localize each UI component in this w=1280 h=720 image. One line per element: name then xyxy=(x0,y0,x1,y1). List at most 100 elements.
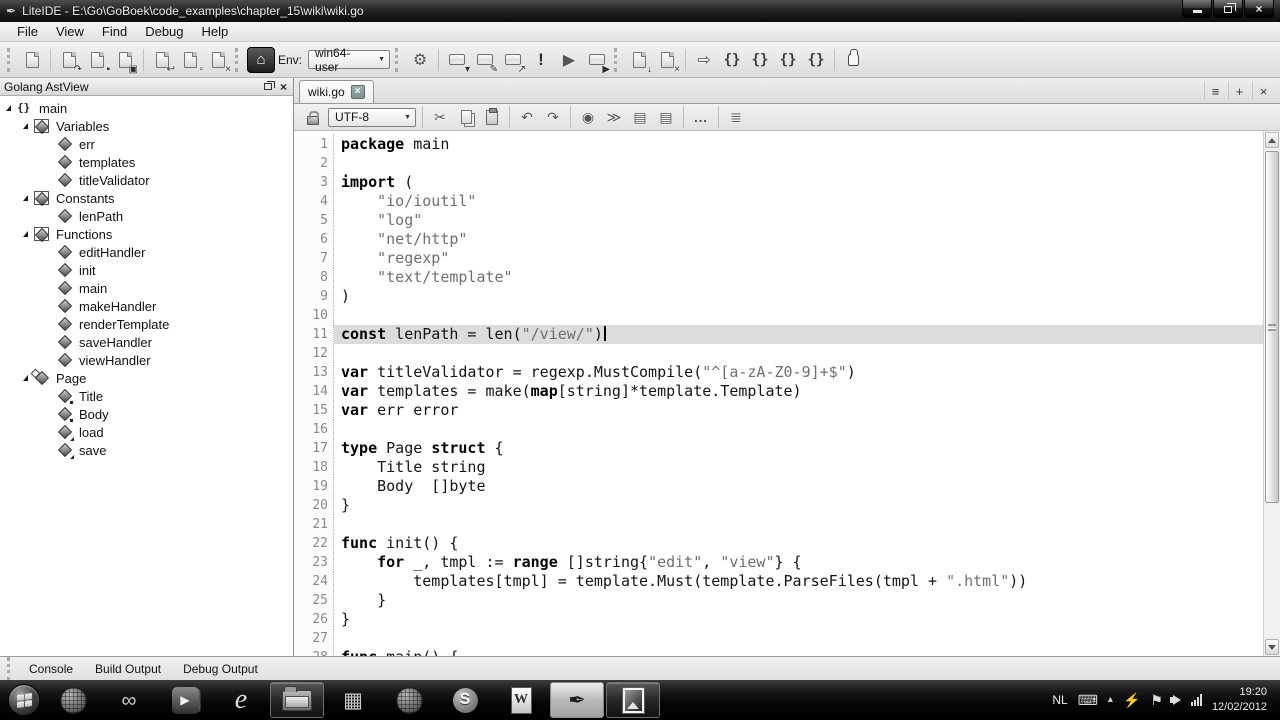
output-tab-build-output[interactable]: Build Output xyxy=(84,660,172,678)
taskbar-calculator-icon[interactable]: ▦ xyxy=(326,682,380,718)
tree-item-edithandler[interactable]: editHandler xyxy=(0,243,293,261)
split-editor-icon[interactable]: + xyxy=(1228,82,1250,100)
taskbar-internet-explorer-icon[interactable]: e xyxy=(214,682,268,718)
taskbar-liteide-icon[interactable]: ✒ xyxy=(550,682,604,718)
close-button[interactable]: × xyxy=(1244,0,1274,18)
tree-item-init[interactable]: init xyxy=(0,261,293,279)
tree-item-lenpath[interactable]: lenPath xyxy=(0,207,293,225)
tree-item-variables[interactable]: Variables xyxy=(0,117,293,135)
tab-list-menu-icon[interactable]: ≡ xyxy=(1204,82,1226,100)
copy-icon[interactable] xyxy=(454,106,478,128)
new-file-icon[interactable] xyxy=(19,47,45,73)
code-line[interactable]: 9) xyxy=(294,287,1263,306)
code-line[interactable]: 10 xyxy=(294,306,1263,325)
code-line[interactable]: 19 Body []byte xyxy=(294,477,1263,496)
block-start-icon[interactable]: {} xyxy=(719,47,745,73)
goto-line-icon[interactable]: ≣ xyxy=(724,106,748,128)
code-line[interactable]: 28func main() { xyxy=(294,648,1263,656)
taskbar-file-explorer-icon[interactable] xyxy=(270,682,324,718)
readonly-lock-icon[interactable] xyxy=(301,106,325,128)
expand-arrow-icon[interactable] xyxy=(23,375,28,381)
stop-build-icon[interactable]: ! xyxy=(528,47,554,73)
remove-doc-icon[interactable]: × xyxy=(654,47,680,73)
float-panel-icon[interactable] xyxy=(264,83,272,90)
language-indicator[interactable]: NL xyxy=(1052,693,1067,707)
build-config-icon[interactable]: ▾ xyxy=(444,47,470,73)
output-tab-console[interactable]: Console xyxy=(18,660,84,678)
tree-item-viewhandler[interactable]: viewHandler xyxy=(0,351,293,369)
code-line[interactable]: 20} xyxy=(294,496,1263,515)
tree-item-templates[interactable]: templates xyxy=(0,153,293,171)
tree-item-err[interactable]: err xyxy=(0,135,293,153)
code-line[interactable]: 1package main xyxy=(294,135,1263,154)
tree-item-title[interactable]: Title xyxy=(0,387,293,405)
tree-item-rendertemplate[interactable]: renderTemplate xyxy=(0,315,293,333)
code-line[interactable]: 11const lenPath = len("/view/") xyxy=(294,325,1263,344)
keyboard-icon[interactable]: ⌨ xyxy=(1078,693,1098,707)
close-panel-icon[interactable]: × xyxy=(280,81,287,93)
hidden-icons-arrow[interactable]: ▴ xyxy=(1108,695,1113,705)
code-line[interactable]: 7 "regexp" xyxy=(294,249,1263,268)
taskbar-media-player-icon[interactable]: ▶ xyxy=(158,682,212,718)
tree-item-functions[interactable]: Functions xyxy=(0,225,293,243)
expand-arrow-icon[interactable] xyxy=(23,123,28,129)
code-line[interactable]: 12 xyxy=(294,344,1263,363)
undo-icon[interactable]: ↶ xyxy=(515,106,539,128)
export-print-icon[interactable]: ▤ xyxy=(654,106,678,128)
taskbar-skype-icon[interactable]: S xyxy=(438,682,492,718)
menu-help[interactable]: Help xyxy=(193,23,238,40)
vertical-scrollbar[interactable] xyxy=(1263,131,1280,656)
scrollbar-thumb[interactable] xyxy=(1265,151,1279,503)
save-file-icon[interactable]: ▪ xyxy=(84,47,110,73)
code-line[interactable]: 25 } xyxy=(294,591,1263,610)
more-button[interactable]: ... xyxy=(689,106,713,128)
match-brace-icon[interactable]: {} xyxy=(775,47,801,73)
taskbar-infinity-app-icon[interactable]: ∞ xyxy=(102,682,156,718)
start-button[interactable] xyxy=(3,681,45,719)
save-as-icon[interactable]: ▫ xyxy=(177,47,203,73)
close-file-icon[interactable]: × xyxy=(205,47,231,73)
minimize-button[interactable] xyxy=(1182,0,1212,18)
scroll-down-button[interactable] xyxy=(1265,639,1279,655)
taskbar-firefox-icon[interactable] xyxy=(382,682,436,718)
code-line[interactable]: 8 "text/template" xyxy=(294,268,1263,287)
restore-button[interactable] xyxy=(1213,0,1243,18)
revert-file-icon[interactable]: ↩ xyxy=(149,47,175,73)
code-line[interactable]: 17type Page struct { xyxy=(294,439,1263,458)
code-line[interactable]: 5 "log" xyxy=(294,211,1263,230)
code-line[interactable]: 24 templates[tmpl] = template.Must(templ… xyxy=(294,572,1263,591)
tree-item-page[interactable]: Page xyxy=(0,369,293,387)
menu-view[interactable]: View xyxy=(47,23,93,40)
tree-item-save[interactable]: save xyxy=(0,441,293,459)
build-icon[interactable]: ✎ xyxy=(472,47,498,73)
code-line[interactable]: 4 "io/ioutil" xyxy=(294,192,1263,211)
encoding-select[interactable]: UTF-8▼ xyxy=(328,108,416,127)
tree-item-constants[interactable]: Constants xyxy=(0,189,293,207)
open-file-icon[interactable]: ↷ xyxy=(56,47,82,73)
code-line[interactable]: 13var titleValidator = regexp.MustCompil… xyxy=(294,363,1263,382)
close-editor-icon[interactable]: × xyxy=(1252,82,1274,100)
scroll-up-button[interactable] xyxy=(1265,132,1279,148)
expand-arrow-icon[interactable] xyxy=(23,231,28,237)
taskbar-word-icon[interactable]: W xyxy=(494,682,548,718)
record-macro-icon[interactable]: ◉ xyxy=(576,106,600,128)
code-line[interactable]: 18 Title string xyxy=(294,458,1263,477)
tree-item-titlevalidator[interactable]: titleValidator xyxy=(0,171,293,189)
pan-hand-icon[interactable] xyxy=(840,47,866,73)
paste-icon[interactable] xyxy=(480,106,504,128)
menu-find[interactable]: Find xyxy=(93,23,136,40)
options-gear-icon[interactable]: ⚙ xyxy=(407,47,433,73)
code-line[interactable]: 27 xyxy=(294,629,1263,648)
redo-icon[interactable]: ↷ xyxy=(541,106,565,128)
code-line[interactable]: 21 xyxy=(294,515,1263,534)
tab-wiki-go[interactable]: wiki.go × xyxy=(299,80,374,103)
code-line[interactable]: 26} xyxy=(294,610,1263,629)
action-center-flag-icon[interactable]: ⚑ xyxy=(1150,693,1163,707)
speaker-icon[interactable] xyxy=(1173,695,1181,705)
jump-to-icon[interactable]: ⇨ xyxy=(691,47,717,73)
cut-icon[interactable]: ✂ xyxy=(428,106,452,128)
power-plug-icon[interactable]: ⚡ xyxy=(1123,693,1140,707)
expand-arrow-icon[interactable] xyxy=(23,195,28,201)
run-icon[interactable]: ▶ xyxy=(556,47,582,73)
debug-run-icon[interactable]: ▶ xyxy=(584,47,610,73)
